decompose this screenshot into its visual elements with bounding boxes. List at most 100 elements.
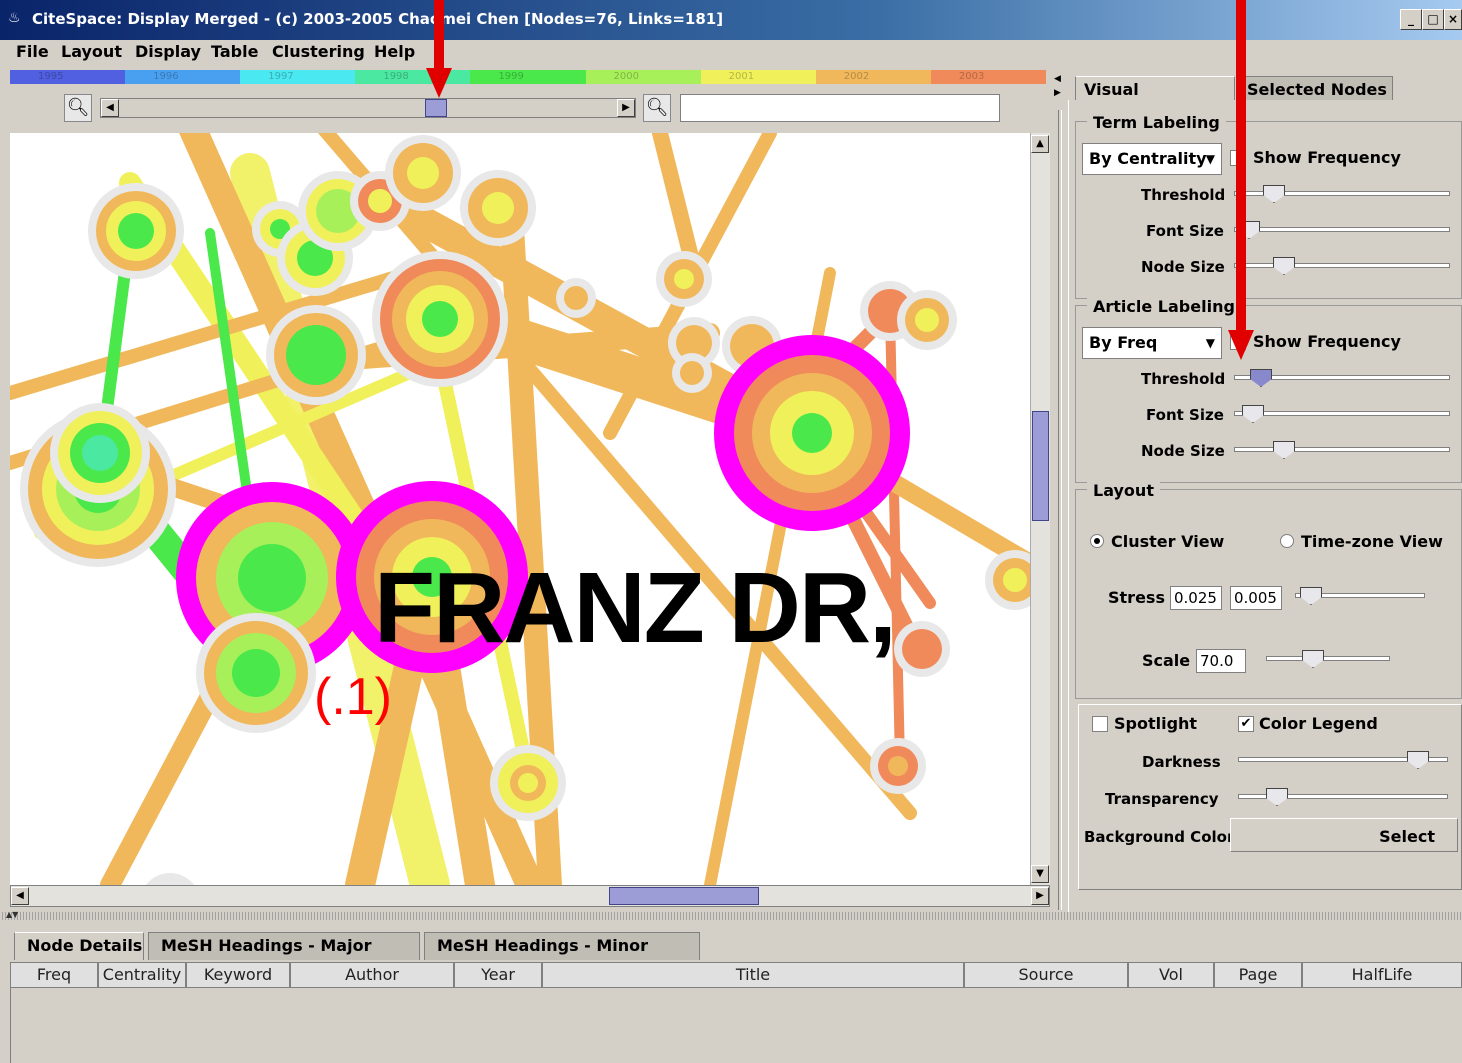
- timeline-year-2001: 2001: [700, 70, 816, 84]
- slider-thumb[interactable]: [1273, 441, 1295, 459]
- menu-clustering[interactable]: Clustering: [272, 42, 365, 61]
- column-keyword[interactable]: Keyword: [186, 962, 290, 988]
- column-title[interactable]: Title: [542, 962, 964, 988]
- column-source[interactable]: Source: [964, 962, 1128, 988]
- background-color-select-button[interactable]: Select: [1230, 818, 1458, 852]
- zoom-out-button[interactable]: 🔍︎: [64, 94, 92, 122]
- slider-thumb[interactable]: [1266, 788, 1288, 806]
- transparency-slider[interactable]: [1238, 787, 1448, 809]
- collapse-left-icon[interactable]: ◀: [1054, 74, 1061, 84]
- slider-thumb[interactable]: [1250, 369, 1272, 387]
- stress-slider[interactable]: [1295, 586, 1425, 608]
- darkness-slider[interactable]: [1238, 750, 1448, 772]
- term-node-size-slider[interactable]: [1234, 256, 1450, 278]
- scroll-left-arrow[interactable]: ◀: [11, 887, 29, 905]
- canvas-vertical-scrollbar[interactable]: ▲ ▼: [1030, 133, 1050, 885]
- zoom-in-button[interactable]: 🔍︎: [643, 94, 671, 122]
- tab-selected-nodes[interactable]: Selected Nodes: [1238, 76, 1393, 102]
- vertical-scroll-thumb[interactable]: [1032, 411, 1049, 521]
- timeline-year-1995: 1995: [10, 70, 126, 84]
- link: [652, 133, 698, 261]
- column-centrality[interactable]: Centrality: [98, 962, 186, 988]
- panel-splitter[interactable]: ◀ ▶: [1050, 70, 1068, 910]
- spotlight-label: Spotlight: [1114, 714, 1198, 733]
- term-font-size-slider[interactable]: [1234, 220, 1450, 242]
- article-font-size-slider[interactable]: [1234, 404, 1450, 426]
- article-labeling-mode-select[interactable]: By Freq ▼: [1082, 327, 1222, 359]
- column-vol[interactable]: Vol: [1128, 962, 1214, 988]
- tab-mesh-major[interactable]: MeSH Headings - Major Topics: [148, 932, 420, 981]
- term-labeling-mode-value: By Centrality: [1089, 149, 1207, 168]
- tab-node-details[interactable]: Node Details: [14, 932, 144, 960]
- time-slider[interactable]: ◀ ▶: [100, 98, 636, 118]
- term-labeling-mode-select[interactable]: By Centrality ▼: [1082, 143, 1222, 175]
- color-legend-checkbox[interactable]: ✔: [1238, 716, 1254, 732]
- article-threshold-label: Threshold: [1141, 370, 1226, 388]
- column-author[interactable]: Author: [290, 962, 454, 988]
- node: [385, 135, 461, 211]
- scale-slider[interactable]: [1266, 649, 1390, 671]
- slider-thumb[interactable]: [1242, 405, 1264, 423]
- scroll-right-arrow[interactable]: ▶: [1031, 887, 1049, 905]
- search-input[interactable]: [680, 94, 1000, 122]
- canvas-horizontal-scrollbar[interactable]: ◀ ▶: [10, 885, 1050, 907]
- column-year[interactable]: Year: [454, 962, 542, 988]
- tab-mesh-minor[interactable]: MeSH Headings - Minor Topics: [424, 932, 700, 981]
- stress-input-b[interactable]: 0.005: [1230, 586, 1282, 610]
- horizontal-scroll-thumb[interactable]: [609, 887, 759, 905]
- article-node-size-slider[interactable]: [1234, 440, 1450, 462]
- slider-thumb[interactable]: [1407, 751, 1429, 769]
- collapse-right-icon[interactable]: ▶: [1054, 88, 1061, 98]
- slider-track[interactable]: [1234, 227, 1450, 232]
- menu-file[interactable]: File: [16, 42, 49, 61]
- node: [897, 290, 957, 350]
- slider-track[interactable]: [1234, 447, 1450, 452]
- column-page[interactable]: Page: [1214, 962, 1302, 988]
- term-threshold-slider[interactable]: [1234, 184, 1450, 206]
- column-freq[interactable]: Freq: [10, 962, 98, 988]
- slider-thumb[interactable]: [1302, 650, 1324, 668]
- scroll-left-arrow[interactable]: ◀: [101, 99, 119, 117]
- time-slider-thumb[interactable]: [425, 99, 447, 117]
- minimize-button[interactable]: _: [1400, 9, 1422, 30]
- timeline-year-2002: 2002: [815, 70, 931, 84]
- slider-thumb[interactable]: [1263, 185, 1285, 203]
- transparency-label: Transparency: [1105, 790, 1219, 808]
- scroll-down-arrow[interactable]: ▼: [1031, 865, 1049, 883]
- slider-track[interactable]: [1234, 411, 1450, 416]
- node: [50, 403, 150, 503]
- slider-thumb[interactable]: [1300, 587, 1322, 605]
- scroll-right-arrow[interactable]: ▶: [617, 99, 635, 117]
- menu-table[interactable]: Table: [211, 42, 258, 61]
- cluster-view-label: Cluster View: [1111, 532, 1225, 551]
- node-details-table[interactable]: [10, 988, 1462, 1063]
- tab-visual-attributes[interactable]: Visual Attributes: [1075, 76, 1235, 125]
- node: [88, 183, 184, 279]
- node: [146, 873, 194, 885]
- timeline-color-bar: 1995 1996 1997 1998 1999 2000 2001 2002 2003: [10, 70, 1046, 84]
- menu-display[interactable]: Display: [135, 42, 201, 61]
- timezone-view-radio[interactable]: [1280, 534, 1294, 548]
- scale-input[interactable]: 70.0: [1196, 649, 1246, 673]
- horizontal-splitter[interactable]: [0, 912, 1462, 920]
- article-threshold-slider[interactable]: [1234, 368, 1450, 390]
- article-show-frequency-label: Show Frequency: [1253, 332, 1401, 351]
- spotlight-checkbox[interactable]: [1092, 716, 1108, 732]
- cluster-view-radio[interactable]: [1090, 534, 1104, 548]
- column-halflife[interactable]: HalfLife: [1302, 962, 1462, 988]
- menu-layout[interactable]: Layout: [61, 42, 122, 61]
- annotation-arrow-head: [1228, 330, 1254, 360]
- menu-help[interactable]: Help: [374, 42, 415, 61]
- collapse-arrows-icon[interactable]: ▲▼: [6, 910, 18, 919]
- close-button[interactable]: ×: [1444, 9, 1462, 30]
- stress-input-a[interactable]: 0.025: [1170, 586, 1222, 610]
- java-app-icon: ♨: [8, 10, 21, 26]
- maximize-button[interactable]: □: [1422, 9, 1444, 30]
- node: [490, 745, 566, 821]
- slider-track[interactable]: [1234, 263, 1450, 268]
- network-canvas[interactable]: FRANZ DR, (.1): [10, 133, 1030, 885]
- slider-track[interactable]: [1266, 656, 1390, 661]
- slider-thumb[interactable]: [1273, 257, 1295, 275]
- timeline-year-1998: 1998: [355, 70, 471, 84]
- scroll-up-arrow[interactable]: ▲: [1031, 135, 1049, 153]
